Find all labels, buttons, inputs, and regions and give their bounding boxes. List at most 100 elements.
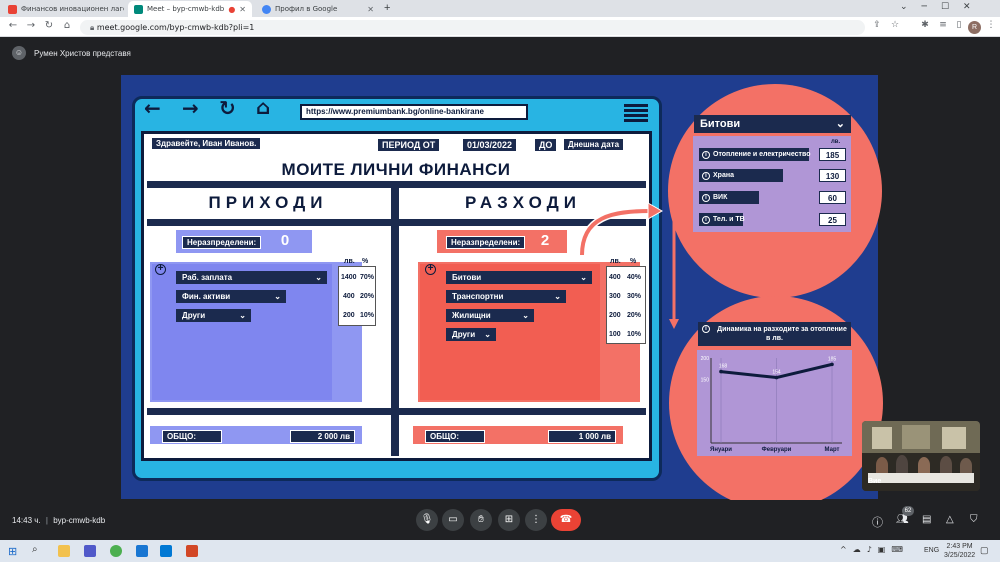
leave-call-button[interactable]: ☎︎ (551, 509, 581, 531)
utility-value: 130 (819, 169, 846, 182)
share-icon[interactable]: ⇪ (870, 20, 884, 30)
menu-icon[interactable]: ⋮ (984, 20, 998, 30)
row-pct: 20% (360, 293, 375, 300)
info-icon: i (702, 216, 710, 224)
info-icon: i (702, 194, 710, 202)
slide-menu-icon (624, 104, 648, 122)
greeting: Здравейте, Иван Иванов. (151, 137, 262, 150)
tab-finance-camp[interactable]: Финансов иновационен лагер : ✕ (2, 1, 124, 17)
row-label: Отопление и електричество (713, 151, 811, 158)
tab-google-profile[interactable]: Профил в Google ✕ (256, 1, 380, 17)
dropdown-label: Битови (700, 118, 741, 130)
from-text: ОТ (422, 140, 436, 150)
heating-chart: Януари Февруари Март 200 150 168 154 185 (701, 356, 842, 453)
utility-value: 185 (819, 148, 846, 161)
mic-button[interactable]: 🎙︎ (416, 509, 438, 531)
connector-arrows (578, 195, 679, 329)
to-label: ДО (534, 138, 558, 152)
divider (391, 188, 399, 456)
self-video-tile: Вие (862, 421, 980, 491)
app-icon[interactable] (136, 545, 148, 557)
total-label: ОБЩО: (425, 430, 485, 443)
presenter-label: Румен Христов представя (34, 48, 131, 58)
col-lv: лв. (344, 258, 355, 265)
forward-icon[interactable]: → (24, 20, 38, 31)
chart-header: i Динамика на разходите за отопление в л… (698, 322, 851, 346)
avatar: ☺ (12, 46, 26, 60)
chevron-down-icon: ⌄ (835, 118, 845, 130)
chevron-down-icon: ⌄ (315, 273, 322, 282)
back-icon[interactable]: ← (6, 20, 20, 31)
to-date: Днешна дата (563, 138, 625, 151)
powerpoint-icon[interactable] (186, 545, 198, 557)
chat-icon[interactable]: ▤ (922, 514, 931, 525)
y-tick-label: 200 (701, 356, 710, 362)
utility-row: i Храна (699, 169, 783, 182)
chevron-down-icon: ⌄ (484, 330, 491, 339)
y-tick-label: 150 (701, 377, 710, 383)
income-panel-inner (152, 264, 332, 400)
hand-icon: ✋︎ (478, 514, 484, 525)
add-expense-button: + (425, 264, 436, 275)
file-explorer-icon[interactable] (58, 545, 70, 557)
search-icon[interactable]: ⌕ (32, 544, 38, 555)
participants-badge: 62 (902, 506, 914, 516)
present-button[interactable]: ⊞ (498, 509, 520, 531)
google-icon (262, 4, 271, 14)
income-row: Раб. заплата ⌄ (176, 271, 327, 284)
profile-avatar[interactable]: R (968, 21, 981, 34)
reload-icon[interactable]: ↻ (42, 20, 56, 31)
slide-back-icon: ← (144, 96, 161, 120)
camera-icon: ▭ (448, 514, 458, 525)
close-icon[interactable]: ✕ (239, 5, 246, 14)
start-icon[interactable]: ⊞ (8, 545, 17, 558)
sidepanel-icon[interactable]: ▯ (952, 20, 966, 30)
info-icon: i (702, 151, 710, 159)
tray-icons[interactable]: ^☁♪▣⌨ (840, 545, 909, 554)
income-row: Други ⌄ (176, 309, 251, 322)
chevron-down-icon: ⌄ (554, 292, 561, 301)
raise-hand-button[interactable]: ✋︎ (470, 509, 492, 531)
tab-meet[interactable]: Meet – byp-cmwb-kdb ● ✕ (128, 1, 252, 17)
row-pct: 10% (360, 312, 375, 319)
address-bar[interactable]: 🔒︎ meet.google.com/byp-cmwb-kdb?pli=1 (80, 20, 865, 35)
total-label: ОБЩО: (162, 430, 222, 443)
chart-unit: в лв. (766, 335, 783, 342)
row-amount: 400 (343, 293, 355, 300)
unallocated-label: Неразпределени: (446, 236, 526, 249)
mic-icon: 🎙︎ (420, 514, 434, 525)
activities-icon[interactable]: △ (946, 514, 954, 525)
system-clock[interactable]: 2:43 PM 3/25/2022 (944, 542, 975, 560)
income-row: Фин. активи ⌄ (176, 290, 286, 303)
clock-time: 2:43 PM (946, 543, 973, 550)
info-icon[interactable]: ⓘ (872, 514, 883, 530)
app-icon[interactable] (160, 545, 172, 557)
camera-button[interactable]: ▭ (442, 509, 464, 531)
add-income-button: + (155, 264, 166, 275)
data-label: 154 (772, 370, 781, 376)
home-icon[interactable]: ⌂ (60, 20, 74, 31)
extensions-icon[interactable]: ✱ (918, 20, 932, 30)
more-options-button[interactable]: ⋮ (525, 509, 547, 531)
window-controls[interactable]: ⌄─☐✕ (900, 2, 985, 12)
utility-row: i Тел. и ТВ (699, 213, 745, 226)
media-icon[interactable]: ≡ (936, 20, 950, 30)
period-label: ПЕРИОД ОТ (377, 138, 441, 152)
star-icon[interactable]: ☆ (888, 20, 902, 30)
x-tick-label: Март (825, 447, 840, 453)
teams-icon[interactable] (84, 545, 96, 557)
language-indicator[interactable]: ENG (924, 547, 939, 554)
chrome-icon[interactable] (110, 545, 122, 557)
notifications-icon[interactable]: ▢ (980, 545, 989, 556)
period-text: ПЕРИОД (382, 140, 421, 150)
chevron-down-icon: ⌄ (522, 311, 529, 320)
data-label: 185 (828, 356, 837, 362)
row-amount: 200 (343, 312, 355, 319)
present-icon: ⊞ (504, 514, 514, 525)
new-tab-button[interactable]: + (384, 2, 390, 14)
host-controls-icon[interactable]: ⛉ (970, 514, 978, 525)
recording-dot-icon: ● (228, 4, 236, 14)
slide-reload-icon: ↻ (219, 96, 236, 120)
close-icon[interactable]: ✕ (367, 5, 374, 14)
utility-row: i Отопление и електричество (699, 148, 811, 161)
